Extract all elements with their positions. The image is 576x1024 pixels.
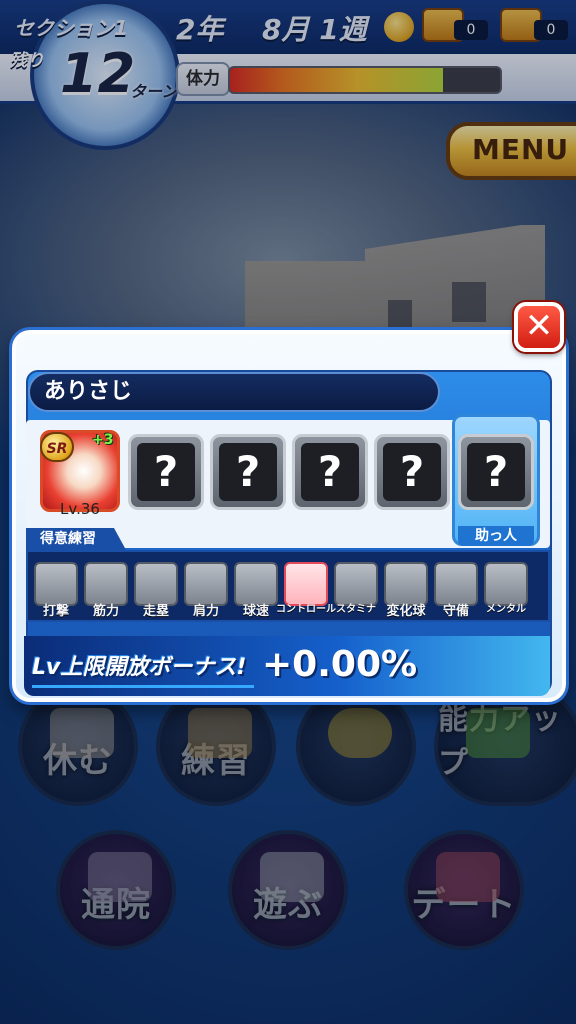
empty-card-slot[interactable]: ? xyxy=(292,434,368,510)
rarity-badge: SR xyxy=(40,432,74,462)
close-button[interactable]: ✕ xyxy=(514,302,564,352)
skill-label: メンタル xyxy=(486,604,526,615)
empty-card-slot[interactable]: ? xyxy=(374,434,450,510)
question-mark-icon: ? xyxy=(467,443,525,501)
empty-card-slot[interactable]: ? xyxy=(210,434,286,510)
close-icon: ✕ xyxy=(524,306,554,346)
helper-label: 助っ人 xyxy=(458,526,534,546)
dialog-title: ありさじ xyxy=(28,372,440,412)
question-mark-icon: ? xyxy=(383,443,441,501)
question-mark-icon: ? xyxy=(137,443,195,501)
question-mark-icon: ? xyxy=(301,443,359,501)
level-cap-bonus-label: Lv上限開放ボーナス! xyxy=(32,648,254,688)
card-level: Lv.36 xyxy=(60,500,100,518)
helper-card-slot[interactable]: ? xyxy=(458,434,534,510)
plus-badge: +3 xyxy=(92,432,114,448)
level-cap-bonus-value: +0.00% xyxy=(262,644,418,685)
empty-card-slot[interactable]: ? xyxy=(128,434,204,510)
question-mark-icon: ? xyxy=(219,443,277,501)
specialty-training-header: 得意練習 xyxy=(26,528,126,550)
